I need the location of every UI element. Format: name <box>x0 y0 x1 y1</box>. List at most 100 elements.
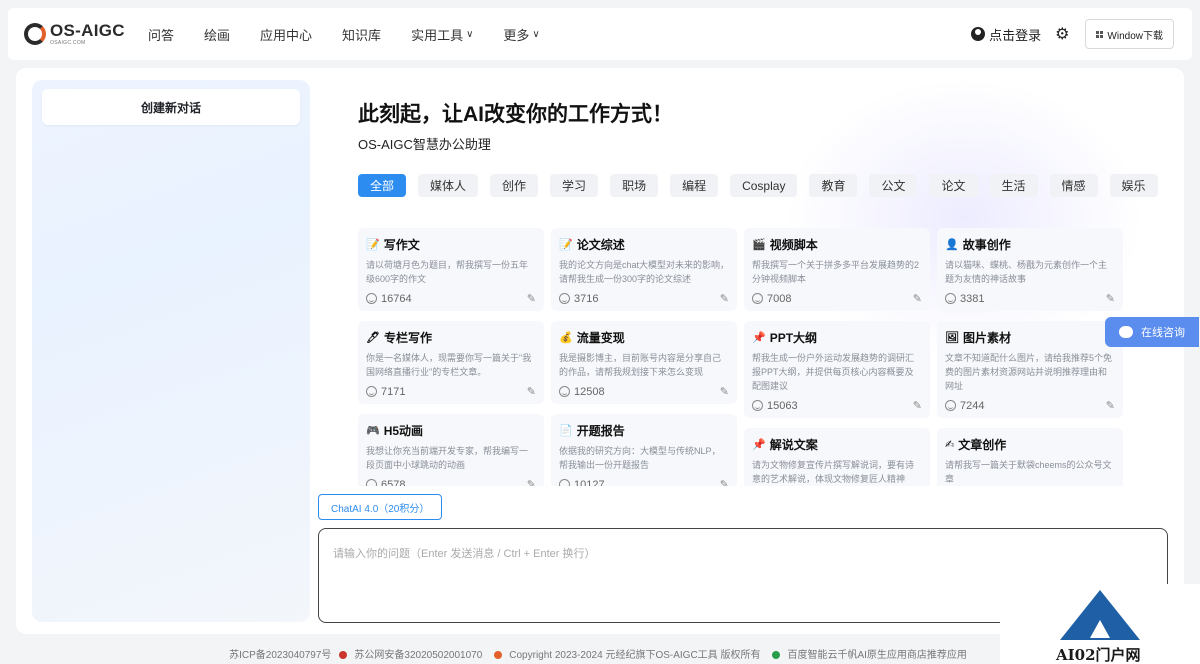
usage-count: 12508 <box>574 385 605 398</box>
card-description: 帮我生成一份户外运动发展趋势的调研汇报PPT大纲，并提供每页核心内容概要及配图建… <box>752 353 915 391</box>
nav-item-label: 更多 <box>503 27 530 43</box>
windows-download-button[interactable]: Window下载 <box>1085 19 1174 49</box>
usage-icon <box>752 400 763 411</box>
edit-icon[interactable]: ✎ <box>720 292 729 305</box>
usage-icon <box>945 400 956 411</box>
category-tab[interactable]: 论文 <box>929 174 978 197</box>
prompt-card[interactable]: 📌 PPT大纲帮我生成一份户外运动发展趋势的调研汇报PPT大纲，并提供每页核心内容… <box>744 321 930 418</box>
usage-count: 7171 <box>381 385 406 398</box>
card-icon: 📄 <box>559 425 573 437</box>
prompt-card[interactable]: 🖊 专栏写作 你是一名媒体人，现需要你写一篇关于"我国网络直播行业"的专栏文章。 71… <box>358 321 544 404</box>
card-icon: 💰 <box>559 332 573 344</box>
card-title: 文章创作 <box>958 438 1007 452</box>
edit-icon[interactable]: ✎ <box>527 478 536 486</box>
usage-count: 16764 <box>381 292 412 305</box>
edit-icon[interactable]: ✎ <box>913 292 922 305</box>
usage-count: 6578 <box>381 478 406 487</box>
copyright-label: Copyright 2023-2024 元经纪旗下OS-AIGC工具 版权所有 <box>509 649 761 661</box>
category-tab[interactable]: 创作 <box>490 174 539 197</box>
category-tab[interactable]: 职场 <box>610 174 659 197</box>
prompt-card[interactable]: ✍文章创作请帮我写一篇关于默袋cheems的公众号文章✎ <box>937 428 1123 486</box>
prompt-card[interactable]: 📝 论文综述 我的论文方向是chat大模型对未来的影响，请帮我生成一份300字的论文… <box>551 228 737 311</box>
prompt-card[interactable]: 📄 开题报告 依据我的研究方向：大模型与传统NLP，帮我输出一份开题报告 10127 ✎ <box>551 414 737 486</box>
edit-icon[interactable]: ✎ <box>1106 292 1115 305</box>
prompt-card[interactable]: 🎬 视频脚本 帮我撰写一个关于拼多多平台发展趋势的2分钟视频脚本 7008 ✎ <box>744 228 930 311</box>
card-description: 请为文物修复宣传片撰写解说词，要有诗意的艺术解说，体现文物修复匠人精神 <box>752 460 915 484</box>
category-tab[interactable]: 公文 <box>869 174 918 197</box>
edit-icon[interactable]: ✎ <box>527 292 536 305</box>
chat-bubble-icon <box>1119 326 1133 338</box>
category-tab[interactable]: Cosplay <box>730 174 798 197</box>
brand-sub: OSAIGC.COM <box>50 40 86 46</box>
card-title: 视频脚本 <box>769 238 818 252</box>
partner-link[interactable]: 百度智能云千帆AI原生应用商店推荐应用 <box>772 646 970 661</box>
card-title: 论文综述 <box>576 238 625 252</box>
new-chat-button[interactable]: 创建新对话 <box>42 89 300 125</box>
prompt-card[interactable]: 💰 流量变现 我是摄影博主，目前账号内容是分享自己的作品，请帮我规划接下来怎么变现 1… <box>551 321 737 404</box>
edit-icon[interactable]: ✎ <box>720 385 729 398</box>
prompt-card[interactable]: 🖼 图片素材 文章不知道配什么图片，请给我推荐5个免费的图片素材资源网站并说明推荐理… <box>937 321 1123 418</box>
category-tab[interactable]: 生活 <box>989 174 1038 197</box>
card-icon: 📌 <box>752 439 766 451</box>
card-description: 你是一名媒体人，现需要你写一篇关于"我国网络直播行业"的专栏文章。 <box>366 353 532 377</box>
card-title: 专栏写作 <box>383 331 432 345</box>
login-button[interactable]: 点击登录 <box>971 25 1041 44</box>
card-title: 故事创作 <box>962 238 1011 252</box>
consult-label: 在线咨询 <box>1141 327 1185 339</box>
category-tab[interactable]: 学习 <box>550 174 599 197</box>
nav-item-1[interactable]: 绘画 <box>204 25 230 44</box>
model-selector-button[interactable]: ChatAI 4.0（20积分） <box>318 494 443 520</box>
category-tab[interactable]: 媒体人 <box>418 174 479 197</box>
copyright-text: Copyright 2023-2024 元经纪旗下OS-AIGC工具 版权所有 <box>494 646 764 661</box>
nav-item-4[interactable]: 实用工具 ∨ <box>411 25 473 44</box>
card-title: PPT大纲 <box>769 331 818 345</box>
card-icon: 📌 <box>752 332 766 344</box>
card-icon: 📝 <box>366 239 380 251</box>
login-label: 点击登录 <box>989 27 1042 43</box>
nav-item-label: 应用中心 <box>260 27 313 43</box>
category-tab[interactable]: 娱乐 <box>1109 174 1158 197</box>
usage-icon <box>366 479 377 486</box>
edit-icon[interactable]: ✎ <box>1106 399 1115 412</box>
hero-title: 此刻起，让AI改变你的工作方式！ <box>358 103 673 126</box>
police-link[interactable]: 苏公网安备32020502001070 <box>339 646 486 661</box>
nav-item-label: 绘画 <box>204 27 231 43</box>
nav-item-2[interactable]: 应用中心 <box>260 25 312 44</box>
prompt-card[interactable]: 🎮 H5动画 我想让你充当前端开发专家，帮我编写一段页面中小球跳动的动画 6578 ✎ <box>358 414 544 486</box>
usage-count: 3381 <box>960 292 985 305</box>
category-tabs: 全部 媒体人 创作 学习 职场 编程 Cosplay 教育 公文 论文 生活 情感 娱乐 <box>358 174 1170 197</box>
prompt-card-grid: 📝 写作文 请以荷塘月色为题目，帮我撰写一份五年级600字的作文 16764 ✎ 🖊 专栏写… <box>358 228 1126 486</box>
edit-icon[interactable]: ✎ <box>720 478 729 486</box>
card-icon: 🎮 <box>366 425 380 437</box>
prompt-card[interactable]: 👤 故事创作 请以猫咪、蝶桃、杨戬为元素创作一个主题为友情的神话故事 3381 ✎ <box>937 228 1123 311</box>
online-consult-button[interactable]: 在线咨询 <box>1105 317 1199 347</box>
category-tab[interactable]: 情感 <box>1049 174 1098 197</box>
icp-link[interactable]: 苏ICP备2023040797号 <box>229 646 331 661</box>
nav-item-0[interactable]: 问答 <box>148 25 174 44</box>
card-description: 请帮我写一篇关于默袋cheems的公众号文章 <box>945 460 1112 484</box>
sidebar: 创建新对话 <box>32 80 310 622</box>
brand-name: OS-AIGC <box>50 21 125 40</box>
usage-count: 15063 <box>767 399 798 412</box>
category-tab[interactable]: 全部 <box>358 174 407 197</box>
prompt-card[interactable]: 📌 解说文案 请为文物修复宣传片撰写解说词，要有诗意的艺术解说，体现文物修复匠人精神… <box>744 428 930 486</box>
gear-icon[interactable]: ⚙ <box>1055 24 1069 44</box>
main-nav: 问答 绘画 应用中心 知识库 实用工具 ∨ 更多 ∨ <box>148 25 570 44</box>
usage-count: 10127 <box>574 478 605 487</box>
edit-icon[interactable]: ✎ <box>913 399 922 412</box>
card-description: 帮我撰写一个关于拼多多平台发展趋势的2分钟视频脚本 <box>752 260 920 284</box>
brand-logo[interactable]: OS-AIGC OSAIGC.COM <box>24 22 134 46</box>
main-panel: 创建新对话 此刻起，让AI改变你的工作方式！ OS-AIGC智慧办公助理 全部媒… <box>16 68 1184 634</box>
edit-icon[interactable]: ✎ <box>527 385 536 398</box>
police-label: 苏公网安备32020502001070 <box>354 649 483 661</box>
prompt-card[interactable]: 📝 写作文 请以荷塘月色为题目，帮我撰写一份五年级600字的作文 16764 ✎ <box>358 228 544 311</box>
category-tab[interactable]: 编程 <box>670 174 719 197</box>
card-icon: 📝 <box>559 239 573 251</box>
download-label: Window下载 <box>1107 30 1163 42</box>
nav-item-3[interactable]: 知识库 <box>342 25 381 44</box>
chevron-down-icon: ∨ <box>466 28 474 40</box>
usage-icon <box>366 386 377 397</box>
card-title: 图片素材 <box>962 331 1011 345</box>
nav-item-5[interactable]: 更多 ∨ <box>503 25 539 44</box>
category-tab[interactable]: 教育 <box>809 174 858 197</box>
